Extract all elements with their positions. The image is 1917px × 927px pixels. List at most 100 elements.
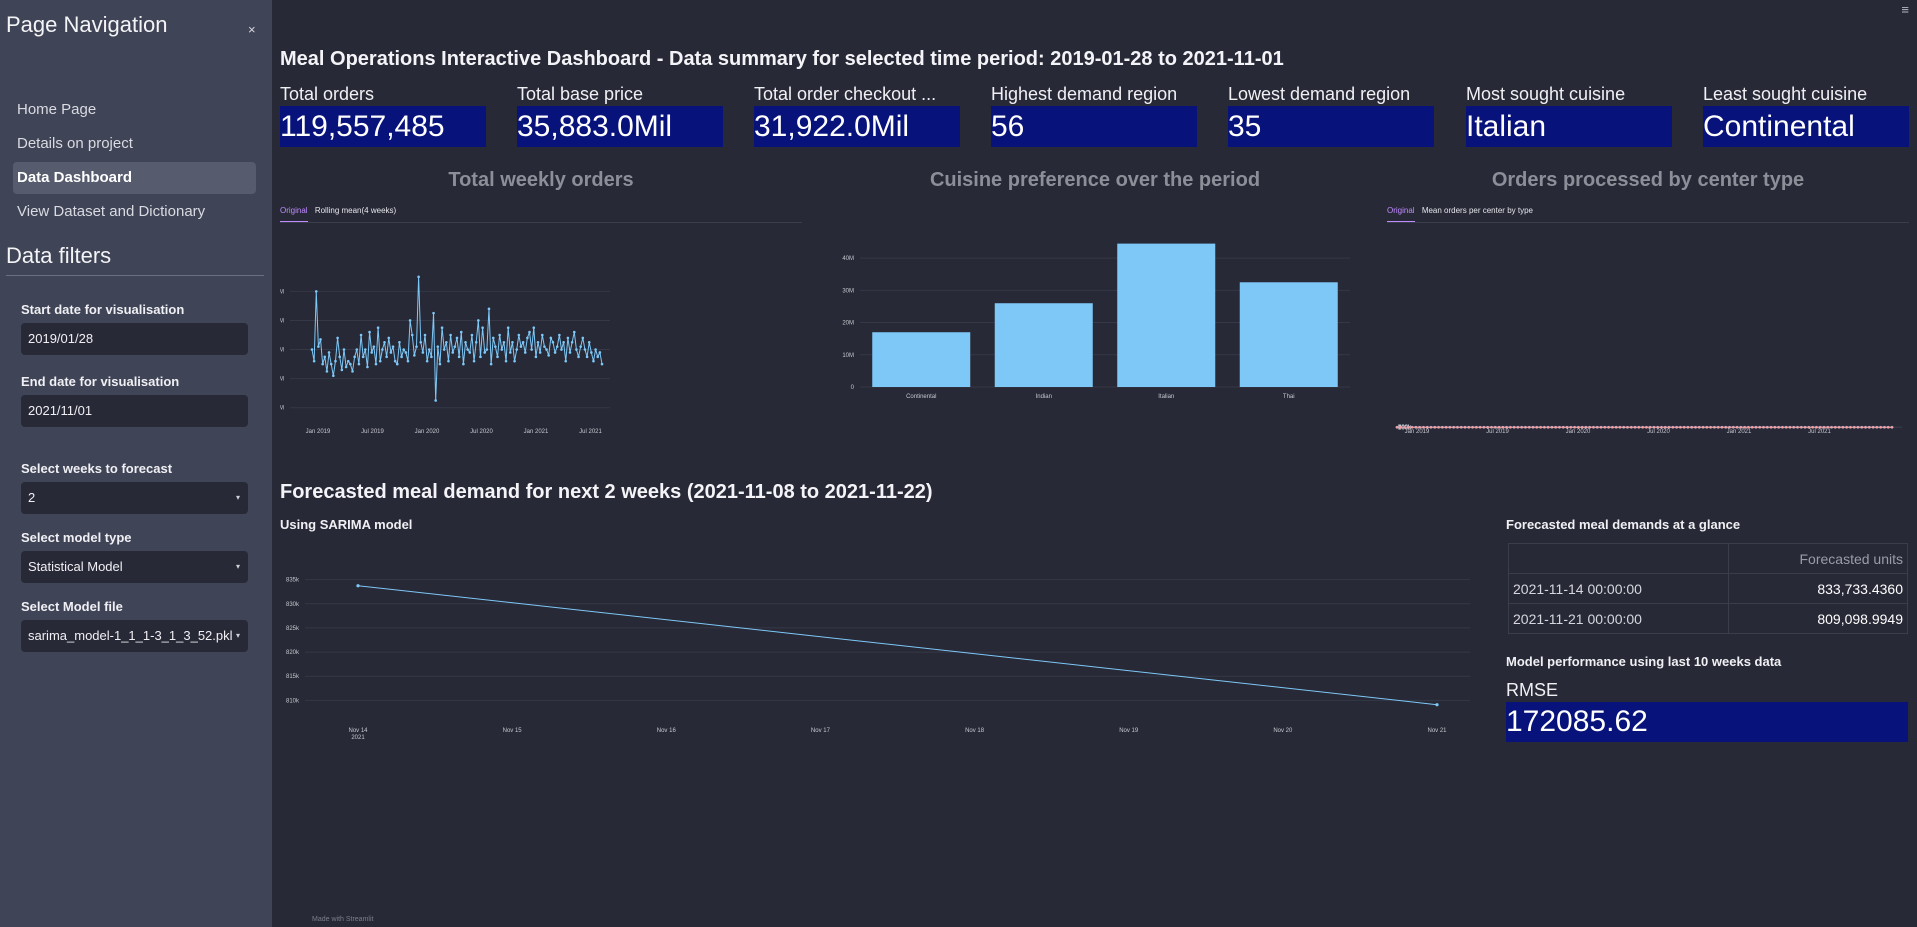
- data-point: [1645, 425, 1648, 429]
- data-point: [361, 355, 365, 359]
- data-point: [587, 340, 591, 344]
- data-point: [1482, 425, 1486, 429]
- nav-item-dashboard[interactable]: Data Dashboard: [13, 162, 256, 194]
- tab-original[interactable]: Original: [1387, 206, 1415, 222]
- data-point: [1459, 425, 1463, 429]
- data-point: [1792, 425, 1796, 429]
- data-point: [1811, 425, 1814, 429]
- data-point: [1588, 425, 1592, 429]
- data-point: [583, 348, 587, 351]
- weeks-select[interactable]: 2 ▾: [21, 482, 248, 514]
- metric-label-checkout: Total order checkout ...: [754, 84, 937, 104]
- bar: [994, 303, 1093, 387]
- data-point: [1607, 425, 1610, 429]
- data-point: [455, 336, 459, 340]
- nav-item-home[interactable]: Home Page: [13, 94, 256, 126]
- y-tick-label: 820k: [286, 650, 300, 656]
- data-point: [372, 345, 376, 348]
- data-point: [1509, 425, 1512, 429]
- metric-value-base-price: 35,883.0Mil: [517, 106, 723, 147]
- data-point: [370, 351, 374, 354]
- data-point: [1520, 425, 1523, 429]
- start-date-input[interactable]: 2019/01/28: [21, 323, 248, 355]
- main-menu-icon[interactable]: ≡: [1901, 2, 1909, 17]
- data-point: [417, 275, 420, 279]
- data-point: [494, 345, 497, 348]
- chevron-down-icon: ▾: [235, 562, 240, 571]
- x-tick-label: Jul 2021: [1808, 429, 1831, 435]
- x-tick-label: Nov 15: [503, 728, 523, 734]
- data-point: [459, 330, 463, 334]
- data-point: [1618, 425, 1622, 429]
- data-point: [1580, 425, 1584, 429]
- perf-title: Model performance using last 10 weeks da…: [1506, 654, 1782, 669]
- data-point: [1452, 425, 1455, 429]
- data-point: [323, 355, 327, 359]
- data-point: [1754, 425, 1758, 429]
- data-point: [500, 348, 504, 351]
- data-point: [1622, 425, 1626, 429]
- x-tick-label: Continental: [906, 394, 936, 400]
- data-point: [472, 359, 476, 363]
- tab-mean-orders[interactable]: Mean orders per center by type: [1422, 206, 1533, 221]
- data-point: [1561, 425, 1565, 429]
- data-point: [346, 359, 350, 363]
- data-point: [521, 340, 525, 344]
- data-point: [1558, 425, 1561, 429]
- data-point: [564, 359, 568, 363]
- data-point: [1735, 425, 1739, 429]
- tab-original[interactable]: Original: [280, 206, 308, 222]
- y-tick-label: 1M: [280, 318, 284, 324]
- data-point: [1815, 425, 1818, 429]
- data-point: [1724, 425, 1728, 429]
- data-point: [1535, 425, 1539, 429]
- data-point: [383, 340, 386, 344]
- data-point: [325, 370, 329, 373]
- y-tick-label: 1.2M: [280, 289, 284, 295]
- metric-value-least-cuisine: Continental: [1703, 106, 1909, 147]
- data-point: [1686, 425, 1690, 429]
- data-point: [1448, 425, 1452, 429]
- data-point: [406, 359, 410, 363]
- nav-item-dataset[interactable]: View Dataset and Dictionary: [13, 196, 256, 228]
- data-point: [1569, 425, 1573, 429]
- data-point: [413, 354, 416, 357]
- data-point: [364, 348, 367, 351]
- data-point: [549, 336, 553, 340]
- data-point: [1637, 425, 1641, 429]
- data-point: [349, 362, 352, 366]
- data-point: [562, 340, 565, 344]
- data-point: [1493, 425, 1497, 429]
- sidebar-close-icon[interactable]: ×: [248, 22, 256, 37]
- data-point: [312, 359, 316, 363]
- data-point: [1478, 425, 1482, 429]
- data-point: [425, 359, 429, 363]
- data-point: [1886, 425, 1890, 429]
- x-tick-label: Nov 18: [965, 728, 985, 734]
- data-point: [1501, 425, 1505, 429]
- model-file-select[interactable]: sarima_model-1_1_1-3_1_3_52.pkl ▾: [21, 620, 248, 652]
- model-type-select[interactable]: Statistical Model ▾: [21, 551, 248, 583]
- data-point: [1407, 425, 1410, 429]
- data-point: [575, 348, 578, 351]
- y-tick-label: 0.8M: [280, 348, 284, 354]
- data-point: [1543, 425, 1546, 429]
- data-point: [1720, 425, 1724, 429]
- model-type-label: Select model type: [21, 530, 132, 545]
- data-point: [1868, 425, 1871, 429]
- nav-item-details[interactable]: Details on project: [13, 128, 256, 160]
- metric-value-most-cuisine: Italian: [1466, 106, 1672, 147]
- data-point: [600, 362, 604, 366]
- data-point: [1611, 425, 1614, 429]
- tab-rolling-mean[interactable]: Rolling mean(4 weeks): [315, 206, 396, 221]
- end-date-input[interactable]: 2021/11/01: [21, 395, 248, 427]
- data-point: [502, 340, 506, 344]
- data-point: [1773, 425, 1777, 429]
- data-point: [513, 359, 516, 363]
- data-point: [545, 348, 548, 351]
- data-point: [332, 374, 335, 378]
- bar: [1117, 243, 1216, 387]
- data-point: [1414, 425, 1418, 429]
- table-cell-units: 809,098.9949: [1727, 603, 1909, 634]
- data-point: [402, 348, 405, 351]
